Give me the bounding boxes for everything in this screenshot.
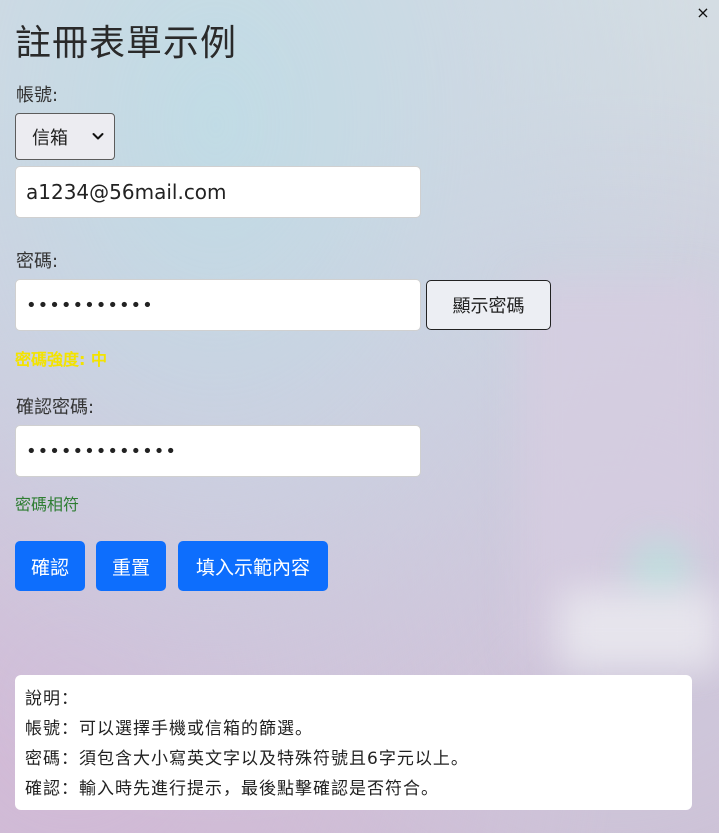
background-blob bbox=[560, 590, 719, 670]
close-icon[interactable]: × bbox=[695, 4, 711, 22]
instructions-panel: 說明： 帳號：可以選擇手機或信箱的篩選。 密碼：須包含大小寫英文字以及特殊符號且… bbox=[15, 675, 692, 810]
password-input[interactable]: ••••••••••• bbox=[15, 279, 421, 331]
confirm-button[interactable]: 確認 bbox=[15, 541, 85, 591]
account-label: 帳號: bbox=[16, 85, 59, 106]
page-title: 註冊表單示例 bbox=[15, 23, 238, 64]
instructions-heading: 說明： bbox=[25, 689, 79, 709]
password-strength-text: 密碼強度: 中 bbox=[15, 350, 107, 369]
account-type-value: 信箱 bbox=[32, 127, 68, 149]
password-label: 密碼: bbox=[16, 251, 59, 272]
account-input[interactable]: a1234@56mail.com bbox=[15, 166, 421, 218]
reset-button[interactable]: 重置 bbox=[96, 541, 166, 591]
instructions-line: 帳號：可以選擇手機或信箱的篩選。 bbox=[25, 719, 313, 739]
background-blob bbox=[520, 280, 719, 660]
password-match-text: 密碼相符 bbox=[15, 495, 80, 514]
fill-demo-button[interactable]: 填入示範內容 bbox=[178, 541, 328, 591]
instructions-line: 密碼：須包含大小寫英文字以及特殊符號且6字元以上。 bbox=[25, 749, 469, 769]
confirm-password-input[interactable]: ••••••••••••• bbox=[15, 425, 421, 477]
account-type-select[interactable]: 信箱 bbox=[15, 113, 115, 160]
show-password-button[interactable]: 顯示密碼 bbox=[426, 280, 551, 330]
background-blob bbox=[630, 540, 690, 600]
confirm-password-label: 確認密碼: bbox=[16, 397, 95, 418]
instructions-line: 確認：輸入時先進行提示，最後點擊確認是否符合。 bbox=[25, 779, 439, 799]
chevron-down-icon bbox=[92, 133, 104, 140]
